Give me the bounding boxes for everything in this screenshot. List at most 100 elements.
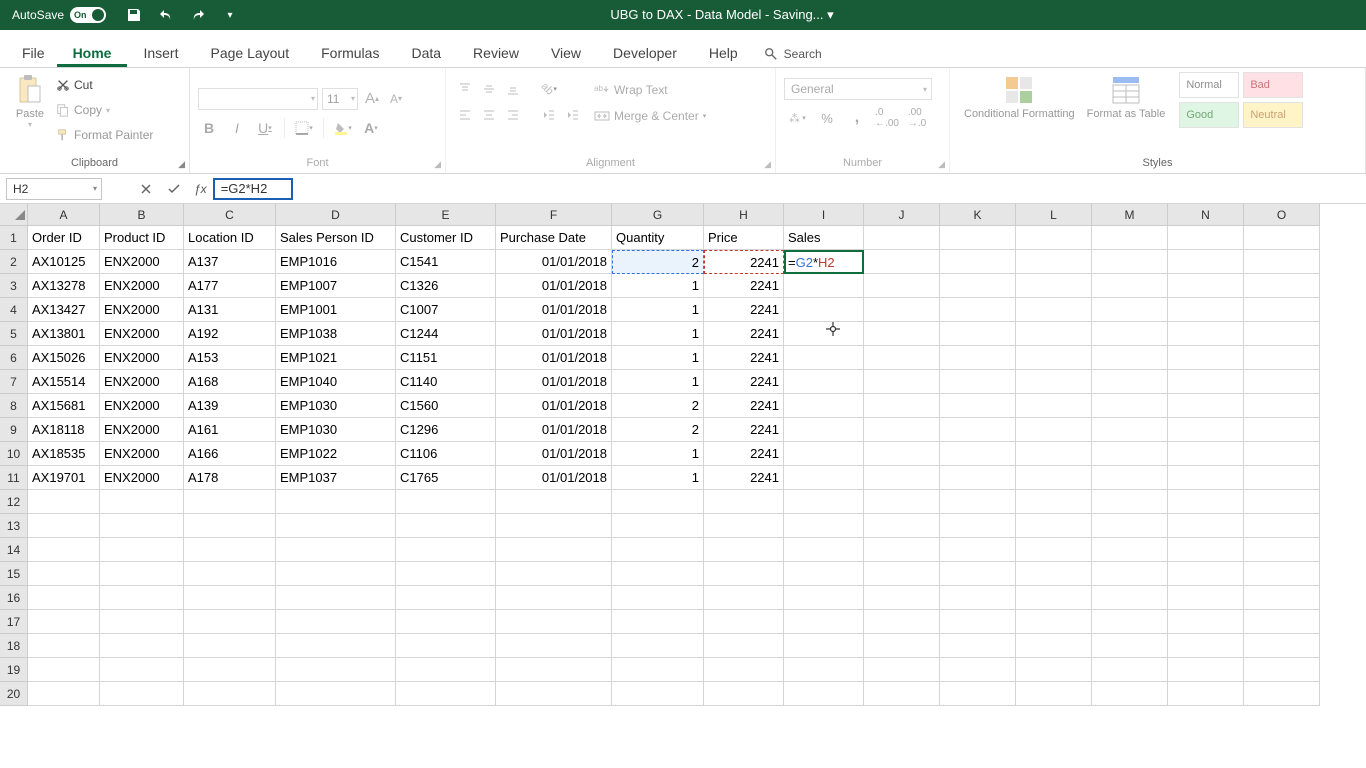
- row-header[interactable]: 17: [0, 610, 28, 634]
- cell-G6[interactable]: 1: [612, 346, 704, 370]
- alignment-launcher-icon[interactable]: ◢: [764, 159, 771, 170]
- cell-M6[interactable]: [1092, 346, 1168, 370]
- formula-input[interactable]: =G2*H2: [213, 178, 293, 200]
- cell-N15[interactable]: [1168, 562, 1244, 586]
- cell-J20[interactable]: [864, 682, 940, 706]
- cell-G10[interactable]: 1: [612, 442, 704, 466]
- cell-E16[interactable]: [396, 586, 496, 610]
- qat-customize-icon[interactable]: ▾: [218, 3, 242, 27]
- cell-B15[interactable]: [100, 562, 184, 586]
- merge-center-button[interactable]: Merge & Center ▾: [594, 104, 706, 128]
- cell-F12[interactable]: [496, 490, 612, 514]
- cell-B5[interactable]: ENX2000: [100, 322, 184, 346]
- cell-D5[interactable]: EMP1038: [276, 322, 396, 346]
- cell-N16[interactable]: [1168, 586, 1244, 610]
- cell-I18[interactable]: [784, 634, 864, 658]
- cell-O19[interactable]: [1244, 658, 1320, 682]
- cell-K9[interactable]: [940, 418, 1016, 442]
- cell-A16[interactable]: [28, 586, 100, 610]
- cell-M11[interactable]: [1092, 466, 1168, 490]
- cell-J17[interactable]: [864, 610, 940, 634]
- undo-icon[interactable]: [154, 3, 178, 27]
- cell-E4[interactable]: C1007: [396, 298, 496, 322]
- cell-E18[interactable]: [396, 634, 496, 658]
- cell-N1[interactable]: [1168, 226, 1244, 250]
- align-left-button[interactable]: [454, 104, 476, 126]
- format-painter-button[interactable]: Format Painter: [56, 124, 153, 146]
- row-header[interactable]: 10: [0, 442, 28, 466]
- cell-G8[interactable]: 2: [612, 394, 704, 418]
- underline-button[interactable]: U▾: [254, 116, 276, 140]
- cell-C12[interactable]: [184, 490, 276, 514]
- cell-A18[interactable]: [28, 634, 100, 658]
- cell-G11[interactable]: 1: [612, 466, 704, 490]
- cell-I11[interactable]: [784, 466, 864, 490]
- cell-J19[interactable]: [864, 658, 940, 682]
- cell-J11[interactable]: [864, 466, 940, 490]
- row-header[interactable]: 8: [0, 394, 28, 418]
- cell-H11[interactable]: 2241: [704, 466, 784, 490]
- cell-G17[interactable]: [612, 610, 704, 634]
- format-as-table-button[interactable]: Format as Table: [1081, 72, 1172, 122]
- cell-L17[interactable]: [1016, 610, 1092, 634]
- cell-N7[interactable]: [1168, 370, 1244, 394]
- cell-M13[interactable]: [1092, 514, 1168, 538]
- cell-O7[interactable]: [1244, 370, 1320, 394]
- cell-F3[interactable]: 01/01/2018: [496, 274, 612, 298]
- tab-formulas[interactable]: Formulas: [305, 39, 395, 67]
- cell-N19[interactable]: [1168, 658, 1244, 682]
- cell-I8[interactable]: [784, 394, 864, 418]
- borders-button[interactable]: ▾: [293, 116, 315, 140]
- cell-O3[interactable]: [1244, 274, 1320, 298]
- cell-E6[interactable]: C1151: [396, 346, 496, 370]
- cell-G4[interactable]: 1: [612, 298, 704, 322]
- cell-B4[interactable]: ENX2000: [100, 298, 184, 322]
- row-header[interactable]: 4: [0, 298, 28, 322]
- cell-N20[interactable]: [1168, 682, 1244, 706]
- cell-G2[interactable]: 2: [612, 250, 704, 274]
- cell-style-bad[interactable]: Bad: [1243, 72, 1303, 98]
- cell-B17[interactable]: [100, 610, 184, 634]
- name-box[interactable]: H2 ▾: [6, 178, 102, 200]
- cell-B20[interactable]: [100, 682, 184, 706]
- cell-K6[interactable]: [940, 346, 1016, 370]
- cell-K3[interactable]: [940, 274, 1016, 298]
- cell-G15[interactable]: [612, 562, 704, 586]
- cell-E14[interactable]: [396, 538, 496, 562]
- cell-L9[interactable]: [1016, 418, 1092, 442]
- cell-D14[interactable]: [276, 538, 396, 562]
- cell-B3[interactable]: ENX2000: [100, 274, 184, 298]
- fx-button[interactable]: ƒx: [188, 182, 213, 196]
- cell-I4[interactable]: [784, 298, 864, 322]
- cell-D7[interactable]: EMP1040: [276, 370, 396, 394]
- cell-A14[interactable]: [28, 538, 100, 562]
- cell-O10[interactable]: [1244, 442, 1320, 466]
- cell-M16[interactable]: [1092, 586, 1168, 610]
- bold-button[interactable]: B: [198, 116, 220, 140]
- cell-O17[interactable]: [1244, 610, 1320, 634]
- cell-M14[interactable]: [1092, 538, 1168, 562]
- cell-E8[interactable]: C1560: [396, 394, 496, 418]
- cell-K2[interactable]: [940, 250, 1016, 274]
- col-header-E[interactable]: E: [396, 204, 496, 226]
- orientation-button[interactable]: ab▾: [538, 78, 560, 100]
- font-color-button[interactable]: A ▾: [360, 116, 382, 140]
- tab-view[interactable]: View: [535, 39, 597, 67]
- cell-F7[interactable]: 01/01/2018: [496, 370, 612, 394]
- cell-D3[interactable]: EMP1007: [276, 274, 396, 298]
- cell-A13[interactable]: [28, 514, 100, 538]
- cell-L2[interactable]: [1016, 250, 1092, 274]
- cell-A4[interactable]: AX13427: [28, 298, 100, 322]
- cell-N3[interactable]: [1168, 274, 1244, 298]
- row-header[interactable]: 13: [0, 514, 28, 538]
- cell-A17[interactable]: [28, 610, 100, 634]
- cell-L16[interactable]: [1016, 586, 1092, 610]
- cell-I5[interactable]: [784, 322, 864, 346]
- number-format-dropdown[interactable]: General ▾: [784, 78, 932, 100]
- cell-F15[interactable]: [496, 562, 612, 586]
- cell-D17[interactable]: [276, 610, 396, 634]
- cell-B8[interactable]: ENX2000: [100, 394, 184, 418]
- cell-A19[interactable]: [28, 658, 100, 682]
- cell-M20[interactable]: [1092, 682, 1168, 706]
- cell-L11[interactable]: [1016, 466, 1092, 490]
